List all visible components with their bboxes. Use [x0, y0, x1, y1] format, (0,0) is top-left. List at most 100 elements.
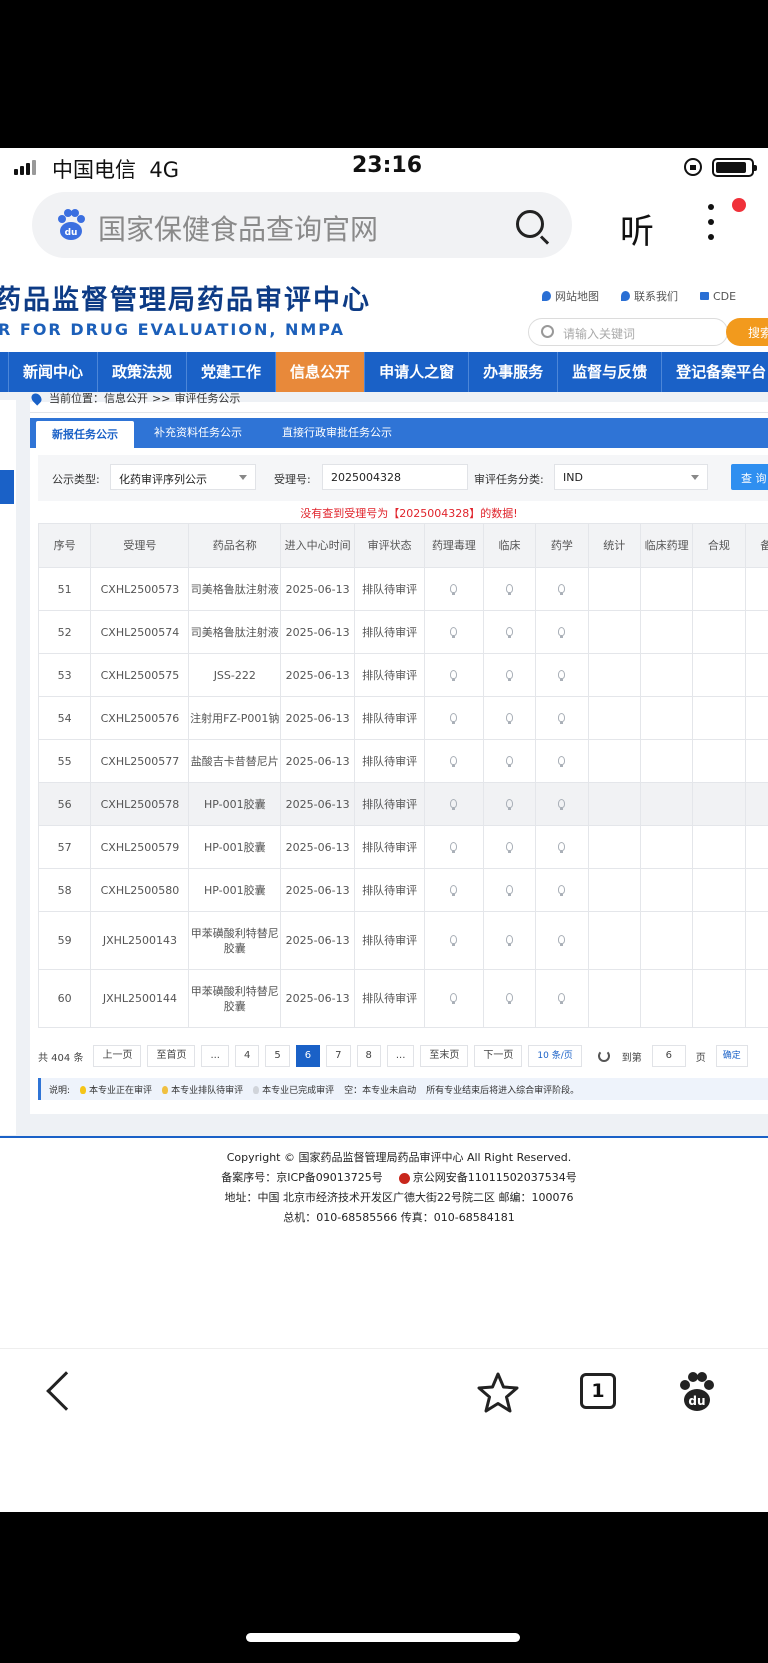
star-icon[interactable]	[474, 1369, 522, 1417]
table-row[interactable]: 52 CXHL2500574 司美格鲁肽注射液 2025-06-13 排队待审评	[37, 610, 768, 654]
contact-link[interactable]: 联系我们	[621, 288, 678, 304]
col-header: 药品名称	[188, 523, 282, 568]
tab-supplement-tasks[interactable]: 补充资料任务公示	[134, 418, 262, 448]
table-row[interactable]: 56 CXHL2500578 HP-001胶囊 2025-06-13 排队待审评	[37, 782, 768, 826]
baidu-paw-icon[interactable]: du	[676, 1371, 718, 1413]
entry-date-cell: 2025-06-13	[280, 653, 356, 697]
drug-name-cell: 盐酸吉卡昔替尼片	[188, 739, 282, 783]
prev-page-button[interactable]: 上一页	[93, 1045, 142, 1067]
accept-no-input[interactable]: 2025004328	[322, 464, 468, 490]
entry-date-cell: 2025-06-13	[280, 825, 356, 869]
tab-direct-approval-tasks[interactable]: 直接行政审批任务公示	[262, 418, 412, 448]
more-menu-icon[interactable]	[704, 204, 718, 244]
category-label: 审评任务分类:	[474, 473, 544, 486]
goto-page-input[interactable]: 6	[651, 1045, 686, 1067]
table-row[interactable]: 58 CXHL2500580 HP-001胶囊 2025-06-13 排队待审评	[37, 868, 768, 912]
table-row[interactable]: 60 JXHL2500144 甲苯磺酸利特替尼胶囊 2025-06-13 排队待审评	[37, 969, 768, 1028]
query-button[interactable]: 查 询	[731, 464, 768, 490]
page-button[interactable]: 4	[235, 1045, 260, 1067]
first-page-button[interactable]: 至首页	[147, 1045, 196, 1067]
table-row[interactable]: 53 CXHL2500575 JSS-222 2025-06-13 排队待审评	[37, 653, 768, 697]
back-icon[interactable]	[46, 1371, 86, 1411]
table-row[interactable]: 59 JXHL2500143 甲苯磺酸利特替尼胶囊 2025-06-13 排队待审评	[37, 911, 768, 970]
nav-item-party[interactable]: 党建工作	[187, 352, 277, 392]
bulb-icon	[450, 755, 458, 767]
home-indicator[interactable]	[246, 1633, 520, 1642]
col-header: 进入中心时间	[280, 523, 356, 568]
legend-item: 本专业已完成审评	[253, 1083, 334, 1096]
divider	[30, 412, 768, 413]
goto-confirm-button[interactable]: 确定	[715, 1045, 748, 1067]
nav-item-home[interactable]	[0, 352, 9, 392]
bulb-icon	[558, 841, 566, 853]
discipline-cell	[744, 782, 768, 826]
review-status-cell: 排队待审评	[354, 739, 425, 783]
site-title: 药品监督管理局药品审评中心	[0, 285, 371, 316]
bulb-icon	[506, 993, 514, 1004]
refresh-icon[interactable]	[597, 1050, 610, 1062]
svg-text:du: du	[688, 1394, 705, 1408]
breadcrumb-parent[interactable]: 当前位置：信息公开	[49, 390, 148, 406]
bulb-icon	[450, 626, 458, 638]
breadcrumb: 当前位置：信息公开 >> 审评任务公示	[29, 390, 240, 406]
nav-item-services[interactable]: 办事服务	[469, 352, 559, 392]
drug-name-cell: 甲苯磺酸利特替尼胶囊	[188, 911, 282, 970]
sidebar-active-item[interactable]	[0, 470, 14, 504]
cde-link[interactable]: CDE	[700, 288, 736, 304]
search-icon[interactable]	[516, 210, 544, 238]
row-number: 55	[37, 739, 92, 783]
site-search-input[interactable]: 请输入关键词	[528, 318, 728, 346]
bulb-icon	[558, 884, 566, 896]
police-record[interactable]: 京公网安备11011502037534号	[413, 1171, 577, 1184]
table-row[interactable]: 57 CXHL2500579 HP-001胶囊 2025-06-13 排队待审评	[37, 825, 768, 869]
accept-no-cell: CXHL2500576	[90, 696, 190, 740]
bulb-icon	[450, 583, 458, 595]
row-number: 60	[37, 969, 92, 1028]
discipline-cell	[744, 868, 768, 912]
discipline-cell	[639, 567, 694, 611]
table-row[interactable]: 55 CXHL2500577 盐酸吉卡昔替尼片 2025-06-13 排队待审评	[37, 739, 768, 783]
page-button[interactable]: 8	[356, 1045, 381, 1067]
bulb-icon	[450, 935, 458, 946]
discipline-cell	[744, 825, 768, 869]
browser-search-bar[interactable]: du 国家保健食品查询官网	[32, 192, 572, 258]
bulb-icon	[506, 935, 514, 946]
nav-item-applicant[interactable]: 申请人之窗	[365, 352, 470, 392]
discipline-cell	[535, 696, 589, 740]
nav-item-policy[interactable]: 政策法规	[98, 352, 188, 392]
tab-new-tasks[interactable]: 新报任务公示	[36, 421, 134, 448]
type-select[interactable]: 化药审评序列公示	[110, 464, 256, 490]
record-line: 备案序号：京ICP备09013725号 京公网安备11011502037534号	[30, 1168, 768, 1188]
tabs-count-button[interactable]: 1	[580, 1373, 616, 1409]
table-row[interactable]: 54 CXHL2500576 注射用FZ-P001钠 2025-06-13 排队待审评	[37, 696, 768, 740]
site-search-button[interactable]: 搜索	[726, 318, 768, 346]
discipline-cell	[587, 739, 641, 783]
next-page-button[interactable]: 下一页	[474, 1045, 523, 1067]
page-button[interactable]: 7	[326, 1045, 351, 1067]
col-header: 统计	[587, 523, 641, 568]
listen-button[interactable]: 听	[620, 204, 654, 253]
per-page-select[interactable]: 10 条/页	[528, 1045, 582, 1067]
discipline-cell	[424, 653, 484, 697]
page-button-current[interactable]: 6	[295, 1045, 321, 1067]
discipline-cell	[639, 610, 694, 654]
icp-record[interactable]: 备案序号：京ICP备09013725号	[221, 1171, 383, 1184]
bulb-icon	[558, 755, 566, 767]
last-page-button[interactable]: 至末页	[420, 1045, 469, 1067]
legend-note: 所有专业结束后将进入综合审评阶段。	[426, 1085, 580, 1096]
nav-item-info[interactable]: 信息公开	[276, 352, 366, 392]
sitemap-link[interactable]: 网站地图	[542, 288, 599, 304]
baidu-paw-icon: du	[58, 209, 85, 240]
category-select[interactable]: IND	[554, 464, 708, 490]
nav-item-feedback[interactable]: 监督与反馈	[558, 352, 663, 392]
row-number: 52	[37, 610, 92, 654]
discipline-cell	[744, 567, 768, 611]
nav-item-news[interactable]: 新闻中心	[9, 352, 99, 392]
table-row[interactable]: 51 CXHL2500573 司美格鲁肽注射液 2025-06-13 排队待审评	[37, 567, 768, 611]
discipline-cell	[692, 610, 746, 654]
drug-name-cell: 司美格鲁肽注射液	[188, 610, 282, 654]
discipline-cell	[744, 911, 768, 970]
nav-item-registration[interactable]: 登记备案平台	[662, 352, 768, 392]
page-button[interactable]: 5	[265, 1045, 290, 1067]
phone-fax: 总机：010-68585566 传真：010-68584181	[283, 1211, 515, 1224]
